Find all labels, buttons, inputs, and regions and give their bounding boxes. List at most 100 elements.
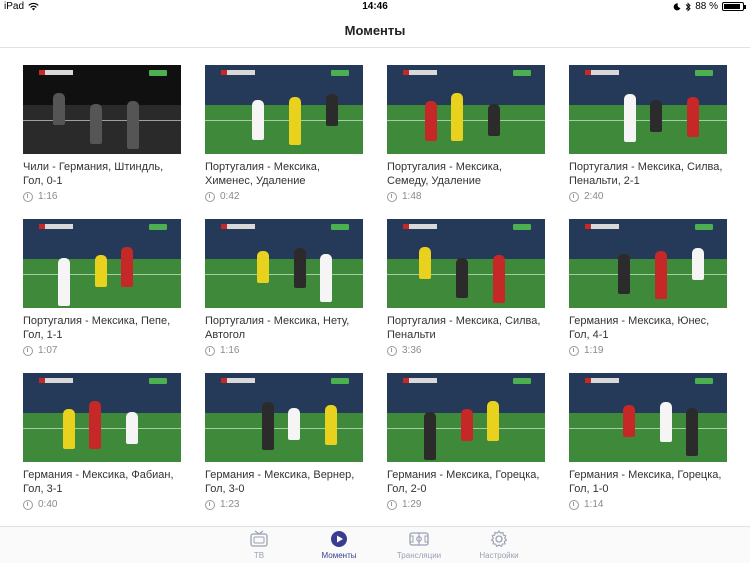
moment-card[interactable]: Германия - Мексика, Вернер, Гол, 3-0 1:23 (205, 373, 363, 527)
clock-icon (205, 345, 215, 356)
player-figure (53, 93, 65, 125)
field-icon (379, 529, 459, 549)
status-time: 14:46 (362, 1, 388, 12)
player-figure (90, 104, 102, 144)
video-thumbnail[interactable] (569, 65, 727, 154)
tab-list: ТВ Моменты Трансляции Настройки (219, 529, 539, 560)
thumbnail-pitch (387, 105, 545, 154)
player-figure (692, 248, 704, 280)
player-figure (294, 248, 306, 288)
video-thumbnail[interactable] (569, 219, 727, 308)
score-overlay (39, 378, 73, 383)
player-figure (660, 402, 672, 442)
clock-icon (23, 499, 33, 510)
moment-card[interactable]: Чили - Германия, Штиндль, Гол, 0-1 1:16 (23, 65, 181, 219)
player-figure (655, 251, 667, 299)
player-figure (289, 97, 301, 145)
moment-duration-row: 1:07 (23, 345, 181, 356)
moment-duration: 1:07 (38, 345, 58, 356)
player-figure (624, 94, 636, 142)
channel-logo (513, 224, 531, 230)
clock-icon (569, 499, 579, 510)
moment-card[interactable]: Германия - Мексика, Юнес, Гол, 4-1 1:19 (569, 219, 727, 373)
player-figure (89, 401, 101, 449)
player-figure (95, 255, 107, 287)
thumbnail-pitch (23, 105, 181, 154)
video-thumbnail[interactable] (205, 373, 363, 462)
clock-icon (205, 499, 215, 510)
score-overlay (403, 70, 437, 75)
moment-title: Португалия - Мексика, Силва, Пенальти, 2… (569, 161, 723, 187)
moment-duration: 1:23 (220, 499, 240, 510)
thumbnail-pitch-line (387, 120, 545, 122)
moment-duration-row: 2:40 (569, 191, 727, 202)
clock-icon (569, 345, 579, 356)
video-thumbnail[interactable] (387, 373, 545, 462)
thumbnail-pitch-line (569, 428, 727, 430)
clock-icon (569, 191, 579, 202)
thumbnail-pitch (205, 105, 363, 154)
moment-title: Германия - Мексика, Фабиан, Гол, 3-1 (23, 469, 174, 495)
video-thumbnail[interactable] (387, 219, 545, 308)
moment-card[interactable]: Португалия - Мексика, Силва, Пенальти 3:3… (387, 219, 545, 373)
tab-label: Моменты (321, 551, 357, 560)
tab-field[interactable]: Трансляции (379, 529, 459, 560)
moment-card[interactable]: Португалия - Мексика, Хименес, Удаление 0… (205, 65, 363, 219)
moment-duration-row: 1:16 (205, 345, 363, 356)
video-thumbnail[interactable] (569, 373, 727, 462)
player-figure (686, 408, 698, 456)
moment-card[interactable]: Португалия - Мексика, Семеду, Удаление 1:… (387, 65, 545, 219)
tab-gear[interactable]: Настройки (459, 529, 539, 560)
moment-duration-row: 1:29 (387, 499, 545, 510)
video-thumbnail[interactable] (23, 219, 181, 308)
score-overlay (403, 224, 437, 229)
video-thumbnail[interactable] (205, 65, 363, 154)
moments-grid: Чили - Германия, Штиндль, Гол, 0-1 1:16 По… (23, 65, 733, 527)
play-circle-icon (299, 529, 379, 549)
moment-title: Португалия - Мексика, Пепе, Гол, 1-1 (23, 315, 171, 341)
thumbnail-pitch-line (23, 428, 181, 430)
player-figure (618, 254, 630, 294)
score-overlay (585, 224, 619, 229)
score-overlay (221, 224, 255, 229)
tab-label: Трансляции (396, 551, 442, 560)
video-thumbnail[interactable] (205, 219, 363, 308)
moment-card[interactable]: Германия - Мексика, Фабиан, Гол, 3-1 0:40 (23, 373, 181, 527)
battery-percent: 88 % (695, 1, 718, 12)
player-figure (493, 255, 505, 303)
video-thumbnail[interactable] (23, 373, 181, 462)
moment-card[interactable]: Португалия - Мексика, Пепе, Гол, 1-1 1:07 (23, 219, 181, 373)
player-figure (623, 405, 635, 437)
player-figure (487, 401, 499, 441)
channel-logo (695, 70, 713, 76)
video-thumbnail[interactable] (23, 65, 181, 154)
moment-title: Чили - Германия, Штиндль, Гол, 0-1 (23, 161, 164, 187)
moment-duration: 1:14 (584, 499, 604, 510)
gear-icon (459, 529, 539, 549)
moment-duration-row: 0:42 (205, 191, 363, 202)
moment-duration: 2:40 (584, 191, 604, 202)
moment-card[interactable]: Португалия - Мексика, Силва, Пенальти, 2… (569, 65, 727, 219)
tab-tv[interactable]: ТВ (219, 529, 299, 560)
moment-duration: 1:19 (584, 345, 604, 356)
channel-logo (513, 70, 531, 76)
moment-duration: 3:36 (402, 345, 422, 356)
channel-logo (513, 378, 531, 384)
player-figure (424, 412, 436, 460)
moment-title: Португалия - Мексика, Семеду, Удаление (387, 161, 502, 187)
player-figure (425, 101, 437, 141)
clock-icon (23, 191, 33, 202)
moment-duration-row: 1:48 (387, 191, 545, 202)
score-overlay (403, 378, 437, 383)
moment-card[interactable]: Германия - Мексика, Горецка, Гол, 2-0 1:2… (387, 373, 545, 527)
bluetooth-icon (685, 1, 691, 12)
moment-card[interactable]: Германия - Мексика, Горецка, Гол, 1-0 1:1… (569, 373, 727, 527)
video-thumbnail[interactable] (387, 65, 545, 154)
channel-logo (149, 70, 167, 76)
moment-card[interactable]: Португалия - Мексика, Нету, Автогол 1:16 (205, 219, 363, 373)
thumbnail-pitch-line (205, 274, 363, 276)
player-figure (127, 101, 139, 149)
player-figure (320, 254, 332, 302)
tab-play-circle[interactable]: Моменты (299, 529, 379, 560)
moment-duration-row: 1:23 (205, 499, 363, 510)
